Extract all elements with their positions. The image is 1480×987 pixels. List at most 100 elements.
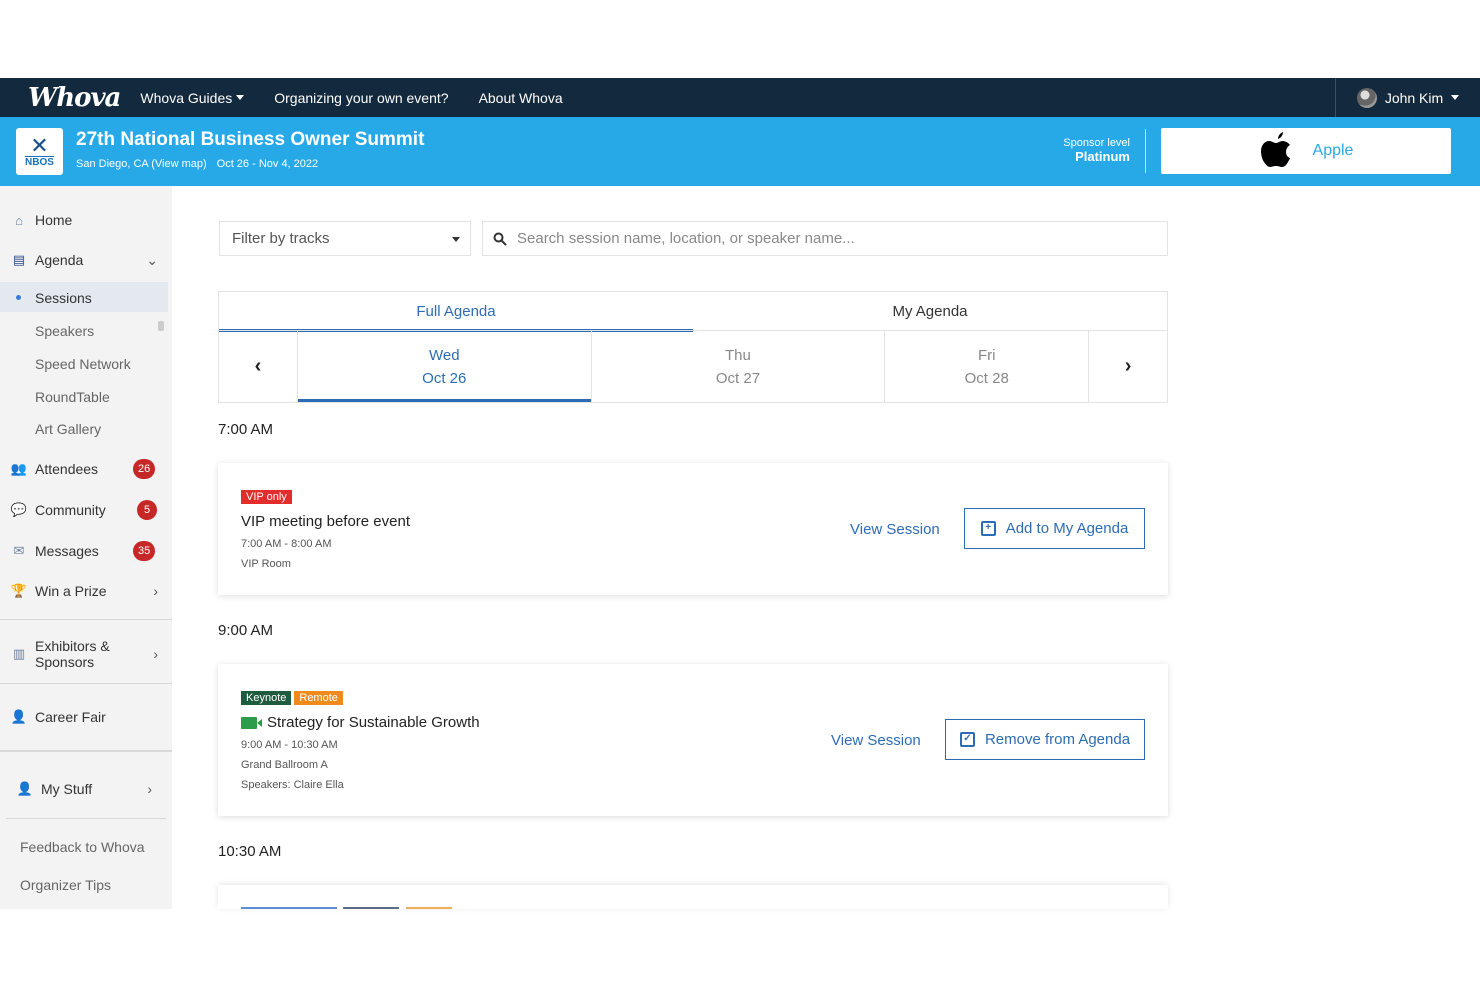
day-tab-wed[interactable]: Wed Oct 26 — [297, 331, 591, 402]
mail-icon: ✉ — [13, 543, 25, 558]
search-input[interactable] — [517, 230, 1137, 247]
sidebar-item-label: Career Fair — [35, 709, 106, 725]
next-day-button[interactable]: › — [1088, 331, 1167, 402]
remove-from-agenda-button[interactable]: ✓ Remove from Agenda — [945, 719, 1145, 760]
view-session-link[interactable]: View Session — [850, 521, 940, 538]
sidebar-item-career-fair[interactable]: 👤 Career Fair — [0, 709, 172, 725]
chat-icon: 💬 — [10, 502, 28, 517]
nav-whova-guides-label: Whova Guides — [140, 89, 233, 106]
calendar-icon: ▤ — [12, 252, 26, 267]
tag-partial — [343, 907, 399, 909]
sidebar-item-speed-network[interactable]: Speed Network — [35, 356, 131, 372]
event-meta: San Diego, CA (View map) Oct 26 - Nov 4,… — [76, 158, 318, 170]
sidebar-link-organizer-tips[interactable]: Organizer Tips — [20, 877, 111, 893]
track-filter-label: Filter by tracks — [232, 230, 330, 247]
tag-partial — [241, 907, 337, 909]
home-icon: ⌂ — [15, 212, 23, 228]
whova-logo[interactable]: Whova — [28, 83, 121, 113]
tag-partial — [406, 907, 452, 909]
calendar-add-icon: + — [980, 521, 996, 536]
day-name: Fri — [977, 346, 996, 364]
day-date: Oct 28 — [964, 369, 1009, 387]
session-card: VIP only VIP meeting before event 7:00 A… — [218, 463, 1168, 595]
day-date: Oct 27 — [715, 369, 761, 387]
view-session-link[interactable]: View Session — [831, 732, 921, 749]
chevron-right-icon: › — [153, 583, 158, 599]
agenda-tabs: Full Agenda My Agenda — [218, 291, 1168, 332]
calendar-check-icon: ✓ — [959, 732, 975, 747]
tag-remote: Remote — [294, 691, 343, 705]
day-name: Wed — [428, 346, 460, 364]
sidebar-item-home[interactable]: ⌂ Home — [0, 212, 172, 228]
sidebar-divider — [6, 818, 166, 819]
session-title[interactable]: Strategy for Sustainable Growth — [241, 714, 480, 731]
caret-down-icon — [452, 237, 460, 242]
trophy-icon: 🏆 — [10, 583, 28, 598]
sidebar: ⌂ Home ▤ Agenda ⌄ Sessions Speakers Spee… — [0, 186, 172, 909]
video-camera-icon — [241, 716, 262, 729]
sidebar-divider — [0, 683, 172, 684]
sidebar-item-label: My Stuff — [41, 781, 93, 797]
day-tab-fri[interactable]: Fri Oct 28 — [884, 331, 1088, 402]
event-logo-mark: ✕ — [30, 132, 49, 158]
user-icon: 👤 — [16, 781, 34, 796]
event-location[interactable]: San Diego, CA (View map) — [76, 158, 207, 170]
event-header: ✕ NBOS 27th National Business Owner Summ… — [0, 117, 1480, 186]
sidebar-item-roundtable[interactable]: RoundTable — [35, 389, 110, 405]
sidebar-item-label: Community — [35, 502, 106, 518]
session-search[interactable] — [482, 221, 1168, 256]
sidebar-item-speakers[interactable]: Speakers — [35, 323, 94, 339]
time-header: 7:00 AM — [218, 421, 274, 438]
sidebar-item-exhibitors[interactable]: ▥ Exhibitors & Sponsors › — [0, 638, 172, 670]
event-dates: Oct 26 - Nov 4, 2022 — [216, 158, 319, 170]
prev-day-button[interactable]: ‹ — [219, 331, 298, 402]
track-filter-select[interactable]: Filter by tracks — [219, 221, 471, 256]
sponsor-level-value: Platinum — [1075, 149, 1130, 164]
messages-badge: 35 — [133, 541, 156, 561]
day-name: Thu — [725, 346, 751, 364]
session-location: VIP Room — [241, 558, 291, 570]
tab-full-agenda[interactable]: Full Agenda — [219, 292, 693, 332]
community-badge: 5 — [137, 500, 157, 520]
sidebar-item-agenda[interactable]: ▤ Agenda ⌄ — [0, 251, 172, 269]
sidebar-link-feedback[interactable]: Feedback to Whova — [20, 839, 145, 855]
sidebar-item-label: Win a Prize — [35, 583, 107, 599]
sponsor-level-label: Sponsor level — [1063, 137, 1130, 149]
sponsor-banner[interactable]: Apple — [1161, 128, 1451, 174]
sponsor-level: Sponsor level Platinum — [1040, 137, 1130, 164]
nav-whova-guides[interactable]: Whova Guides — [140, 89, 245, 106]
top-navbar: Whova Whova Guides Organizing your own e… — [0, 78, 1480, 117]
sidebar-item-my-stuff[interactable]: 👤 My Stuff › — [0, 781, 172, 797]
user-menu[interactable]: John Kim — [1335, 78, 1480, 117]
event-logo: ✕ NBOS — [16, 128, 63, 175]
session-time: 9:00 AM - 10:30 AM — [241, 739, 338, 751]
session-info: Keynote Remote Strategy for Sustainable G… — [241, 688, 480, 791]
avatar — [1356, 87, 1377, 108]
tab-my-agenda[interactable]: My Agenda — [693, 292, 1167, 331]
nav-about[interactable]: About Whova — [479, 90, 563, 106]
add-to-agenda-label: Add to My Agenda — [1005, 520, 1129, 537]
person-icon: 👤 — [10, 709, 28, 724]
building-icon: ▥ — [12, 646, 26, 661]
add-to-agenda-button[interactable]: + Add to My Agenda — [964, 508, 1145, 549]
day-tab-thu[interactable]: Thu Oct 27 — [590, 331, 885, 402]
time-header: 10:30 AM — [218, 843, 282, 860]
sidebar-item-label: Home — [35, 212, 73, 228]
caret-down-icon — [236, 95, 245, 100]
sidebar-divider — [0, 750, 172, 752]
header-divider — [1145, 129, 1146, 173]
sidebar-item-art-gallery[interactable]: Art Gallery — [35, 421, 101, 437]
session-title[interactable]: VIP meeting before event — [241, 513, 410, 530]
nav-organizing[interactable]: Organizing your own event? — [274, 90, 448, 106]
event-logo-text: NBOS — [25, 155, 54, 168]
session-speakers: Speakers: Claire Ella — [241, 779, 344, 791]
sidebar-scrollbar[interactable] — [158, 321, 164, 331]
session-card-partial — [218, 885, 1168, 909]
sidebar-divider — [0, 619, 172, 620]
sidebar-item-label: Messages — [35, 543, 99, 559]
chevron-down-icon: ⌄ — [146, 251, 158, 268]
tag-keynote: Keynote — [241, 691, 292, 705]
sidebar-item-win-a-prize[interactable]: 🏆 Win a Prize › — [0, 583, 172, 599]
sidebar-item-sessions[interactable]: Sessions — [35, 290, 92, 306]
event-title: 27th National Business Owner Summit — [76, 129, 425, 150]
